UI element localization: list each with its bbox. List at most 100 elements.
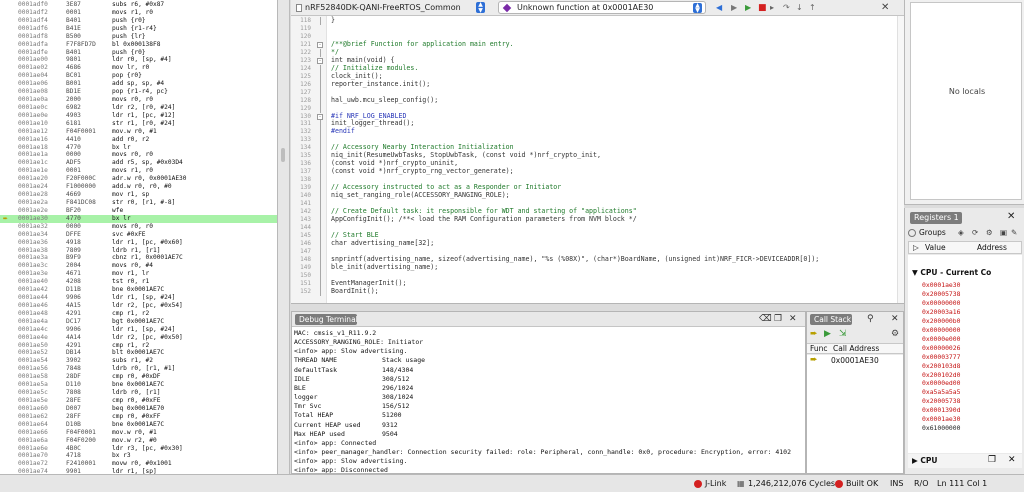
- disassembly-row[interactable]: 0001ae1c ADF5 add r5, sp, #0x03D4: [0, 159, 277, 167]
- disassembly-row[interactable]: 0001ae4c 9906 ldr r1, [sp, #24]: [0, 326, 277, 334]
- disassembly-row[interactable]: 0001ae44 9906 ldr r1, [sp, #24]: [0, 294, 277, 302]
- disassembly-row[interactable]: 0001ae32 0000 movs r0, r0: [0, 223, 277, 231]
- disassembly-row[interactable]: 0001adf6 B41E push {r1-r4}: [0, 25, 277, 33]
- code-line[interactable]: 132 #endif: [291, 127, 904, 137]
- settings-icon[interactable]: ⚙: [891, 329, 899, 340]
- disassembly-row[interactable]: 0001ae5c 7808 ldrb r0, [r1]: [0, 389, 277, 397]
- refresh-icon[interactable]: ⟳: [972, 227, 978, 239]
- disassembly-row[interactable]: 0001ae24 F1000000 add.w r0, r0, #0: [0, 183, 277, 191]
- pin-icon[interactable]: ⚲: [867, 314, 874, 325]
- code-line[interactable]: 131 init_logger_thread();: [291, 120, 904, 129]
- disassembly-row[interactable]: ➨ 0001ae30 4770 bx lr: [0, 214, 277, 223]
- register-value[interactable]: 0x0001390d: [922, 406, 1022, 414]
- groups-button[interactable]: Groups: [919, 227, 946, 239]
- disassembly-row[interactable]: 0001ae38 7809 ldrb r1, [r1]: [0, 247, 277, 255]
- run-icon[interactable]: ▶: [824, 329, 831, 340]
- disassembly-row[interactable]: 0001ae52 DB14 blt 0x0001AE7C: [0, 349, 277, 357]
- disassembly-row[interactable]: 0001ae0a 2000 movs r0, r0: [0, 96, 277, 104]
- stop-icon[interactable]: ■: [758, 3, 767, 13]
- disassembly-row[interactable]: 0001ae50 4291 cmp r1, r2: [0, 342, 277, 350]
- code-lines[interactable]: 118} 119 120 121-/**@brief Function for app…: [291, 16, 904, 303]
- disassembly-row[interactable]: 0001ae3c 2004 movs r0, #4: [0, 262, 277, 270]
- disassembly-row[interactable]: 0001ae40 4208 tst r0, r1: [0, 278, 277, 286]
- disassembly-row[interactable]: 0001ae34 DFFE svc #0xFE: [0, 231, 277, 239]
- code-line[interactable]: 124 // Initialize modules.: [291, 64, 904, 73]
- forward-icon[interactable]: ▶: [731, 3, 737, 13]
- code-line[interactable]: 121- /**@brief Function for application m…: [291, 40, 904, 49]
- step-icon[interactable]: ⇲: [839, 329, 847, 340]
- disassembly-row[interactable]: 0001ae66 F04F0001 mov.w r0, #1: [0, 429, 277, 437]
- copy-icon[interactable]: ❐: [988, 455, 996, 465]
- register-group-cpu[interactable]: ▶ CPU: [912, 456, 937, 465]
- fold-toggle-icon[interactable]: -: [317, 114, 323, 121]
- clear-icon[interactable]: ⌫: [759, 314, 772, 325]
- code-line[interactable]: 146 char advertising_name[32];: [291, 239, 904, 248]
- register-value[interactable]: 0x200103d8: [922, 362, 1022, 370]
- disassembly-row[interactable]: 0001adf0 3E87 subs r6, #0x87: [0, 1, 277, 9]
- disassembly-row[interactable]: 0001ae70 4718 bx r3: [0, 452, 277, 460]
- register-value[interactable]: 0x00003777: [922, 353, 1022, 361]
- code-line[interactable]: 119: [291, 25, 904, 33]
- disassembly-row[interactable]: 0001adfe B401 push {r0}: [0, 49, 277, 57]
- disassembly-row[interactable]: 0001ae16 4410 add r0, r2: [0, 136, 277, 144]
- debug-terminal-tab[interactable]: Debug Terminal: [295, 314, 358, 325]
- code-line[interactable]: 151 EventManagerInit();: [291, 279, 904, 288]
- copy-icon[interactable]: ❐: [774, 314, 782, 325]
- disassembly-row[interactable]: 0001ae0e 4903 ldr r1, [pc, #12]: [0, 112, 277, 120]
- disassembly-row[interactable]: 0001ae28 4669 mov r1, sp: [0, 191, 277, 199]
- disassembly-row[interactable]: 0001ae1a 0000 movs r0, r0: [0, 151, 277, 159]
- register-value[interactable]: 0x200000b0: [922, 317, 1022, 325]
- step-icon[interactable]: ▸: [770, 3, 774, 13]
- register-group-footer[interactable]: ▶ CPU ❐ ✕: [908, 454, 1022, 468]
- disassembly-row[interactable]: 0001ae2e BF20 wfe: [0, 207, 277, 215]
- disassembly-scrollbar[interactable]: [278, 0, 290, 474]
- frame-arrow-icon[interactable]: ➨: [810, 329, 818, 340]
- call-stack-frame[interactable]: 0x0001AE30: [831, 356, 879, 365]
- code-line[interactable]: 137 (const void *)nrf_crypto_rng_vector_…: [291, 167, 904, 177]
- fold-toggle-icon[interactable]: -: [317, 42, 323, 49]
- disassembly-row[interactable]: 0001ae3e 4671 mov r1, lr: [0, 270, 277, 278]
- register-group[interactable]: ▼ CPU - Current Co: [912, 268, 991, 277]
- disassembly-row[interactable]: 0001ae4e 4A14 ldr r2, [pc, #0x50]: [0, 334, 277, 342]
- code-line[interactable]: 140 niq_set_ranging_role(ACCESSORY_RANGI…: [291, 191, 904, 201]
- disassembly-row[interactable]: 0001ae6a F04F0200 mov.w r2, #0: [0, 437, 277, 445]
- disassembly-row[interactable]: 0001ae56 7848 ldrb r0, [r1, #1]: [0, 365, 277, 373]
- disassembly-row[interactable]: 0001adfa F7F8FD7D bl 0x000138F8: [0, 41, 277, 49]
- fold-toggle-icon[interactable]: -: [317, 58, 323, 65]
- scroll-thumb[interactable]: [281, 148, 285, 162]
- disassembly-row[interactable]: 0001ae48 4291 cmp r1, r2: [0, 310, 277, 318]
- editor-scrollbar[interactable]: [897, 16, 904, 303]
- step-out-icon[interactable]: ↑: [809, 3, 816, 13]
- register-value[interactable]: 0x0000ed00: [922, 379, 1022, 387]
- register-value[interactable]: 0x20005738: [922, 290, 1022, 298]
- disassembly-row[interactable]: 0001ae58 28DF cmp r0, #0xDF: [0, 373, 277, 381]
- close-icon[interactable]: ✕: [891, 314, 899, 325]
- register-list[interactable]: ▼ CPU - Current Co 0x0001ae30 0x20005738 0…: [908, 255, 1022, 453]
- register-value[interactable]: 0x200102d0: [922, 371, 1022, 379]
- disassembly-row[interactable]: 0001ae62 28FF cmp r0, #0xFF: [0, 413, 277, 421]
- disassembly-row[interactable]: 0001adf2 0001 movs r1, r0: [0, 9, 277, 17]
- code-line[interactable]: 144: [291, 223, 904, 232]
- disassembly-row[interactable]: 0001ae04 BC01 pop {r0}: [0, 72, 277, 80]
- disassembly-row[interactable]: 0001adf4 B401 push {r0}: [0, 17, 277, 25]
- register-value[interactable]: 0x0001ae30: [922, 281, 1022, 289]
- registers-tab[interactable]: Registers 1: [910, 212, 962, 224]
- disassembly-row[interactable]: 0001ae4a DC17 bgt 0x0001AE7C: [0, 318, 277, 326]
- register-value[interactable]: 0x61000000: [922, 424, 1022, 432]
- register-value[interactable]: 0x20005738: [922, 397, 1022, 405]
- register-value[interactable]: 0x00000000: [922, 299, 1022, 307]
- function-selector[interactable]: Unknown function at 0x0001AE30 ▲ ▼: [498, 1, 706, 14]
- register-value[interactable]: 0x0000e000: [922, 335, 1022, 343]
- close-icon[interactable]: ✕: [881, 3, 889, 13]
- disassembly-row[interactable]: 0001ae64 D10B bne 0x0001AE7C: [0, 421, 277, 429]
- format-icon[interactable]: ◈: [958, 227, 964, 239]
- debug-terminal[interactable]: Debug Terminal ⌫ ❐ ✕ MAC: cmsis_v1_R11.9…: [291, 311, 806, 474]
- disassembly-row[interactable]: 0001ae36 4918 ldr r1, [pc, #0x60]: [0, 239, 277, 247]
- code-line[interactable]: 152 BoardInit();: [291, 287, 904, 296]
- disassembly-row[interactable]: 0001ae72 F2410001 movw r0, #0x1001: [0, 460, 277, 468]
- disassembly-row[interactable]: 0001ae3a B9F9 cbnz r1, 0x0001AE7C: [0, 254, 277, 262]
- register-value[interactable]: 0x0001ae30: [922, 415, 1022, 423]
- step-over-icon[interactable]: ↷: [783, 3, 790, 13]
- disassembly-row[interactable]: 0001ae60 D007 beq 0x0001AE70: [0, 405, 277, 413]
- register-value[interactable]: 0xa5a5a5a5: [922, 388, 1022, 396]
